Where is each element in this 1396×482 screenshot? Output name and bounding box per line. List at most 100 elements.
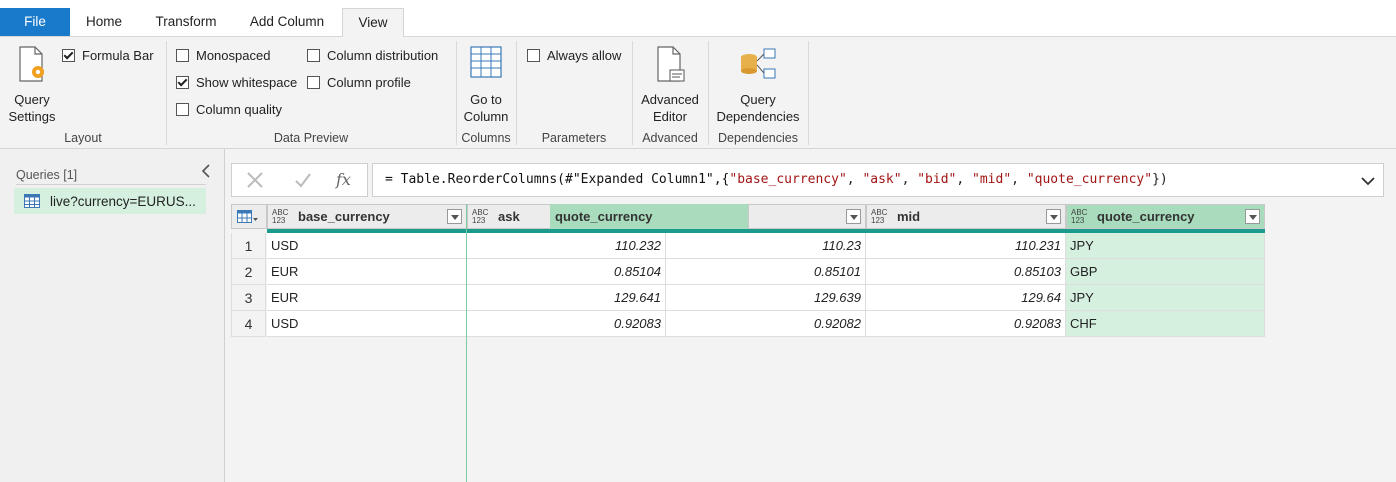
row-number[interactable]: 1 bbox=[231, 233, 266, 259]
expand-formula-chevron-icon[interactable] bbox=[1361, 176, 1375, 186]
cell-ask[interactable]: 110.232 bbox=[467, 233, 666, 259]
cell-base-currency[interactable]: USD bbox=[267, 311, 467, 337]
advanced-editor-icon bbox=[657, 46, 685, 82]
checkbox-box[interactable] bbox=[307, 76, 320, 89]
group-label-columns: Columns bbox=[461, 131, 511, 145]
cell-ask[interactable]: 0.85104 bbox=[467, 259, 666, 285]
column-distribution-checkbox[interactable]: Column distribution bbox=[307, 48, 438, 63]
go-to-column-button[interactable]: Go to Column bbox=[458, 45, 514, 125]
always-allow-checkbox[interactable]: Always allow bbox=[527, 48, 621, 63]
checkbox-box[interactable] bbox=[62, 49, 75, 62]
cell-mid[interactable]: 0.85103 bbox=[866, 259, 1066, 285]
type-any-icon[interactable]: ABC 123 bbox=[1071, 208, 1093, 225]
go-to-column-label: Go to Column bbox=[463, 92, 509, 124]
group-label-dependencies: Dependencies bbox=[718, 131, 798, 145]
group-label-data-preview: Data Preview bbox=[273, 131, 349, 145]
query-dependencies-button[interactable]: Query Dependencies bbox=[712, 45, 804, 125]
formula-prefix: = Table.ReorderColumns(#"Expanded Column… bbox=[385, 172, 730, 187]
queries-title: Queries [1] bbox=[16, 168, 78, 182]
tab-view[interactable]: View bbox=[342, 8, 404, 38]
cell-ask[interactable]: 0.92083 bbox=[467, 311, 666, 337]
row-number[interactable]: 3 bbox=[231, 285, 266, 311]
cell-base-currency[interactable]: EUR bbox=[267, 259, 467, 285]
checkbox-box[interactable] bbox=[176, 76, 189, 89]
formula-comma: , bbox=[846, 172, 863, 187]
show-whitespace-label: Show whitespace bbox=[196, 75, 298, 90]
fx-icon[interactable]: fx bbox=[336, 170, 351, 189]
column-header-base-currency[interactable]: ABC 123 base_currency bbox=[267, 204, 467, 229]
always-allow-label: Always allow bbox=[547, 48, 622, 63]
advanced-editor-button[interactable]: Advanced Editor bbox=[636, 45, 704, 125]
tab-transform[interactable]: Transform bbox=[140, 8, 232, 36]
group-label-advanced: Advanced bbox=[642, 131, 698, 145]
checkbox-box[interactable] bbox=[527, 49, 540, 62]
formula-buttons: fx bbox=[231, 163, 368, 197]
column-filter-dropdown-icon[interactable] bbox=[447, 209, 462, 224]
column-filter-dropdown-icon[interactable] bbox=[1046, 209, 1061, 224]
cell-quote-currency[interactable]: GBP bbox=[1066, 259, 1265, 285]
group-separator bbox=[166, 41, 167, 145]
cell-ask[interactable]: 129.641 bbox=[467, 285, 666, 311]
group-separator bbox=[456, 41, 457, 145]
cell-mid[interactable]: 129.64 bbox=[866, 285, 1066, 311]
go-to-column-icon bbox=[470, 46, 502, 78]
cell-mid[interactable]: 110.231 bbox=[866, 233, 1066, 259]
query-item[interactable]: live?currency=EURUS... bbox=[14, 188, 206, 214]
table-menu-button[interactable] bbox=[231, 204, 267, 229]
query-settings-button[interactable]: Query Settings bbox=[4, 45, 60, 125]
cell-mid[interactable]: 0.92083 bbox=[866, 311, 1066, 337]
row-number[interactable]: 2 bbox=[231, 259, 266, 285]
formula-arg: "mid" bbox=[972, 172, 1012, 187]
cell-quote-currency[interactable]: JPY bbox=[1066, 285, 1265, 311]
column-header-bid[interactable] bbox=[748, 204, 866, 229]
tab-file[interactable]: File bbox=[0, 8, 70, 36]
formula-bar-checkbox[interactable]: Formula Bar bbox=[62, 48, 154, 63]
group-label-parameters: Parameters bbox=[541, 131, 607, 145]
cell-bid[interactable]: 129.639 bbox=[666, 285, 866, 311]
row-number[interactable]: 4 bbox=[231, 311, 266, 337]
cell-bid[interactable]: 0.85101 bbox=[666, 259, 866, 285]
formula-comma: , bbox=[1011, 172, 1027, 187]
type-any-icon[interactable]: ABC 123 bbox=[272, 208, 294, 225]
cell-bid[interactable]: 110.23 bbox=[666, 233, 866, 259]
ribbon-tab-bar: File Home Transform Add Column View bbox=[0, 0, 1396, 38]
cell-base-currency[interactable]: USD bbox=[267, 233, 467, 259]
column-header-dragging[interactable]: quote_currency bbox=[550, 204, 748, 229]
cell-bid[interactable]: 0.92082 bbox=[666, 311, 866, 337]
checkbox-box[interactable] bbox=[176, 103, 189, 116]
column-drop-indicator bbox=[466, 204, 467, 482]
tab-add-column[interactable]: Add Column bbox=[234, 8, 340, 36]
query-dependencies-label: Query Dependencies bbox=[716, 92, 800, 124]
column-header-quote-currency[interactable]: ABC 123 quote_currency bbox=[1066, 204, 1265, 229]
cell-base-currency[interactable]: EUR bbox=[267, 285, 467, 311]
type-any-icon[interactable]: ABC 123 bbox=[871, 208, 893, 225]
column-header-ask[interactable]: ABC 123 ask bbox=[467, 204, 551, 229]
query-settings-icon bbox=[19, 46, 44, 82]
cell-quote-currency[interactable]: JPY bbox=[1066, 233, 1265, 259]
formula-arg: "quote_currency" bbox=[1026, 172, 1153, 187]
checkbox-box[interactable] bbox=[176, 49, 189, 62]
tab-home[interactable]: Home bbox=[70, 8, 138, 36]
formula-bar-input[interactable]: = Table.ReorderColumns(#"Expanded Column… bbox=[372, 163, 1384, 197]
column-header-label: base_currency bbox=[298, 209, 390, 224]
query-item-label: live?currency=EURUS... bbox=[50, 193, 196, 209]
formula-comma: , bbox=[956, 172, 973, 187]
commit-icon[interactable] bbox=[294, 171, 312, 189]
column-profile-checkbox[interactable]: Column profile bbox=[307, 75, 411, 90]
formula-suffix: }) bbox=[1152, 172, 1168, 187]
collapse-pane-icon[interactable] bbox=[200, 164, 212, 183]
monospaced-checkbox[interactable]: Monospaced bbox=[176, 48, 270, 63]
formula-arg: "ask" bbox=[862, 172, 902, 187]
cancel-icon[interactable] bbox=[246, 171, 264, 189]
column-filter-dropdown-icon[interactable] bbox=[1245, 209, 1260, 224]
column-header-mid[interactable]: ABC 123 mid bbox=[866, 204, 1066, 229]
query-settings-label: Query Settings bbox=[8, 92, 56, 124]
checkbox-box[interactable] bbox=[307, 49, 320, 62]
column-filter-dropdown-icon[interactable] bbox=[846, 209, 861, 224]
show-whitespace-checkbox[interactable]: Show whitespace bbox=[176, 75, 297, 90]
cell-quote-currency[interactable]: CHF bbox=[1066, 311, 1265, 337]
column-header-label: ask bbox=[498, 209, 520, 224]
column-quality-checkbox[interactable]: Column quality bbox=[176, 102, 282, 117]
column-header-label: quote_currency bbox=[555, 209, 653, 224]
type-any-icon[interactable]: ABC 123 bbox=[472, 208, 494, 225]
